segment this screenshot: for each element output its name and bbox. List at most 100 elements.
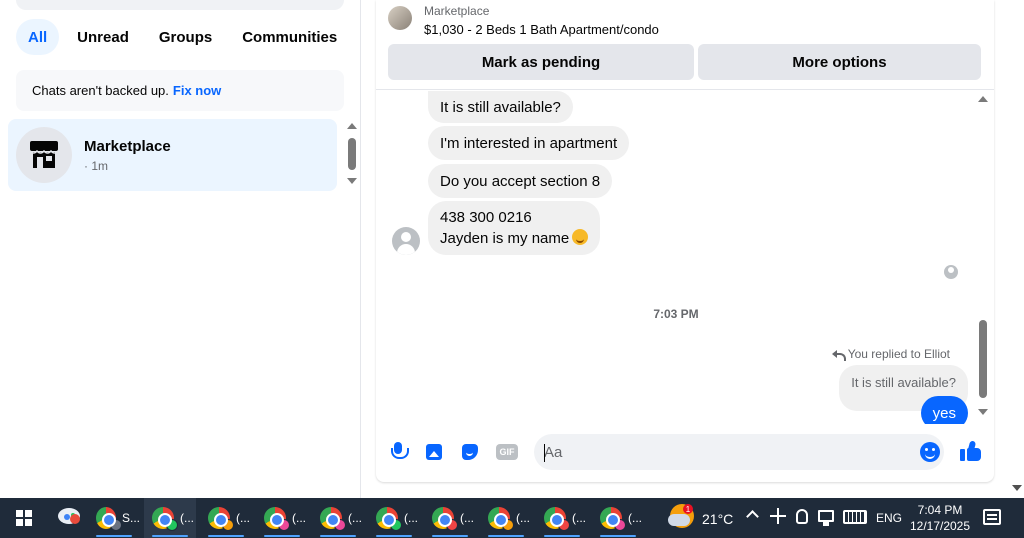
plus-icon[interactable] [770,508,786,524]
chrome-icon [376,507,402,531]
taskbar-window-label: (... [180,511,194,525]
profile-badge-icon [278,519,290,531]
emoji-icon[interactable] [920,442,940,462]
filter-groups[interactable]: Groups [147,19,224,55]
profile-badge-icon [334,519,346,531]
taskbar-chrome-window[interactable]: (... [480,498,532,538]
taskbar-window-label: (... [572,511,586,525]
notification-icon[interactable] [983,509,1001,525]
sticker-icon[interactable] [460,442,480,462]
chrome-icon [152,507,178,531]
running-indicator [600,535,636,537]
listing-thumbnail[interactable] [388,6,412,30]
incoming-message[interactable]: It is still available? [428,91,573,123]
profile-badge-icon [110,519,122,531]
conversation-panel: Marketplace $1,030 - 2 Beds 1 Bath Apart… [376,0,994,482]
chrome-icon [600,507,626,531]
chat-item-marketplace[interactable]: Marketplace · 1m [8,119,337,191]
scroll-down-arrow[interactable] [978,409,988,415]
listing-source: Marketplace [424,4,490,18]
windows-start-icon[interactable] [16,510,32,526]
taskbar-window-label: (... [404,511,418,525]
chrome-icon [96,507,122,531]
taskbar-chrome-window[interactable]: (... [592,498,644,538]
running-indicator [488,535,524,537]
clock-time: 7:04 PM [917,503,963,517]
network-icon[interactable] [818,510,834,526]
taskbar-window-label: S... [121,511,140,525]
microphone-icon[interactable] [388,442,409,462]
running-indicator [432,535,468,537]
profile-badge-icon [390,519,402,531]
filter-communities[interactable]: Communities [230,19,349,55]
message-line: Jayden is my name [440,230,570,247]
message-input[interactable] [534,434,944,470]
taskbar-chrome-window[interactable]: S... [88,498,140,538]
mark-as-pending-button[interactable]: Mark as pending [388,44,694,80]
filter-all[interactable]: All [16,19,60,55]
photo-gallery-icon[interactable] [424,442,444,462]
chat-list-scrollbar[interactable] [348,138,356,170]
thumbs-up-icon[interactable] [960,440,982,462]
running-indicator [376,535,412,537]
chrome-icon [544,507,570,531]
sender-avatar[interactable] [392,227,420,255]
page-scroll-down-arrow[interactable] [1012,485,1022,491]
chat-name: Marketplace [84,137,171,155]
filter-unread[interactable]: Unread [65,19,141,55]
taskbar-chrome-window[interactable]: (... [144,498,196,538]
chevron-up-icon[interactable] [746,510,759,523]
incoming-message[interactable]: Do you accept section 8 [428,164,613,198]
taskbar-chrome-window[interactable]: (... [312,498,364,538]
taskbar-window-label: (... [460,511,474,525]
message-line: 438 300 0216 [440,209,532,226]
incoming-message[interactable]: 438 300 0216 Jayden is my name [428,201,601,255]
reply-indicator: You replied to Elliot [831,347,950,361]
running-indicator [152,535,188,537]
scroll-down-arrow[interactable] [347,178,357,184]
backup-notice: Chats aren't backed up. Fix now [16,70,344,111]
listing-title[interactable]: $1,030 - 2 Beds 1 Bath Apartment/condo [424,22,659,37]
chat-time: · 1m [84,158,108,173]
message-thread: It is still available? I'm interested in… [376,91,994,424]
fix-now-link[interactable]: Fix now [173,83,221,98]
temperature[interactable]: 21°C [702,511,733,527]
backup-notice-text: Chats aren't backed up. [32,83,169,98]
message-scrollbar[interactable] [979,320,987,398]
incoming-message[interactable]: I'm interested in apartment [428,126,630,160]
scroll-up-arrow[interactable] [978,96,988,102]
clock[interactable]: 7:04 PM 12/17/2025 [906,502,974,534]
gif-icon[interactable]: GIF [496,444,518,460]
weather-badge: 1 [683,504,693,514]
running-indicator [320,535,356,537]
taskbar-chrome-window[interactable]: (... [424,498,476,538]
language-indicator[interactable]: ENG [876,511,902,525]
storefront-icon [29,141,59,168]
chrome-icon [320,507,346,531]
paint-app-icon[interactable] [58,506,82,528]
scroll-up-arrow[interactable] [347,123,357,129]
message-timestamp: 7:03 PM [653,307,699,321]
taskbar-chrome-window[interactable]: (... [368,498,420,538]
taskbar-chrome-window[interactable]: (... [200,498,252,538]
chat-list-panel: All Unread Groups Communities Chats aren… [0,0,361,498]
chat-filters: All Unread Groups Communities [16,19,349,55]
chrome-icon [488,507,514,531]
taskbar-window-label: (... [292,511,306,525]
taskbar-window-label: (... [236,511,250,525]
outgoing-message[interactable]: yes [920,396,968,424]
clock-date: 12/17/2025 [909,519,971,533]
message-composer: GIF [376,430,994,474]
chat-avatar [16,127,72,183]
running-indicator [96,535,132,537]
more-options-button[interactable]: More options [698,44,981,80]
taskbar-chrome-window[interactable]: (... [256,498,308,538]
vpn-icon[interactable] [796,509,808,524]
running-indicator [264,535,300,537]
search-bar[interactable] [16,0,344,10]
profile-badge-icon [446,519,458,531]
chrome-icon [264,507,290,531]
profile-badge-icon [558,519,570,531]
taskbar-chrome-window[interactable]: (... [536,498,588,538]
keyboard-icon[interactable] [843,510,867,524]
